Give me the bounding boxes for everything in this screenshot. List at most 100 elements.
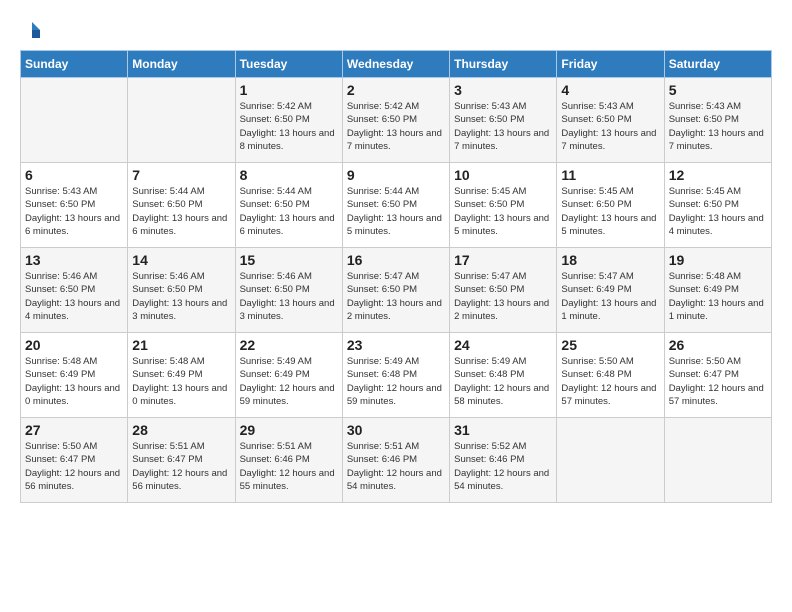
day-detail: Sunrise: 5:49 AM Sunset: 6:48 PM Dayligh…: [454, 355, 552, 408]
day-number: 16: [347, 252, 445, 268]
day-detail: Sunrise: 5:50 AM Sunset: 6:47 PM Dayligh…: [25, 440, 123, 493]
day-detail: Sunrise: 5:50 AM Sunset: 6:47 PM Dayligh…: [669, 355, 767, 408]
day-number: 14: [132, 252, 230, 268]
weekday-header-sunday: Sunday: [21, 51, 128, 78]
calendar-cell: [21, 78, 128, 163]
calendar-cell: 21 Sunrise: 5:48 AM Sunset: 6:49 PM Dayli…: [128, 333, 235, 418]
day-detail: Sunrise: 5:48 AM Sunset: 6:49 PM Dayligh…: [132, 355, 230, 408]
calendar-cell: 10Sunrise: 5:45 AM Sunset: 6:50 PM Dayli…: [450, 163, 557, 248]
day-number: 18: [561, 252, 659, 268]
calendar-cell: 29 Sunrise: 5:51 AM Sunset: 6:46 PM Dayli…: [235, 418, 342, 503]
calendar-cell: 27 Sunrise: 5:50 AM Sunset: 6:47 PM Dayli…: [21, 418, 128, 503]
weekday-header-saturday: Saturday: [664, 51, 771, 78]
day-detail: Sunrise: 5:46 AM Sunset: 6:50 PM Dayligh…: [240, 270, 338, 323]
day-number: 28: [132, 422, 230, 438]
calendar-week-1: 1 Sunrise: 5:42 AM Sunset: 6:50 PM Daylig…: [21, 78, 772, 163]
calendar-week-4: 20 Sunrise: 5:48 AM Sunset: 6:49 PM Dayli…: [21, 333, 772, 418]
calendar-cell: [557, 418, 664, 503]
day-detail: Sunrise: 5:48 AM Sunset: 6:49 PM Dayligh…: [25, 355, 123, 408]
page-header: [20, 20, 772, 40]
day-detail: Sunrise: 5:47 AM Sunset: 6:50 PM Dayligh…: [454, 270, 552, 323]
day-number: 15: [240, 252, 338, 268]
day-detail: Sunrise: 5:44 AM Sunset: 6:50 PM Dayligh…: [240, 185, 338, 238]
day-number: 1: [240, 82, 338, 98]
calendar-cell: 22 Sunrise: 5:49 AM Sunset: 6:49 PM Dayli…: [235, 333, 342, 418]
day-number: 21: [132, 337, 230, 353]
weekday-header-thursday: Thursday: [450, 51, 557, 78]
day-number: 22: [240, 337, 338, 353]
day-detail: Sunrise: 5:46 AM Sunset: 6:50 PM Dayligh…: [132, 270, 230, 323]
day-number: 8: [240, 167, 338, 183]
day-detail: Sunrise: 5:51 AM Sunset: 6:46 PM Dayligh…: [240, 440, 338, 493]
calendar-cell: [664, 418, 771, 503]
weekday-header-wednesday: Wednesday: [342, 51, 449, 78]
calendar-cell: 23 Sunrise: 5:49 AM Sunset: 6:48 PM Dayli…: [342, 333, 449, 418]
day-detail: Sunrise: 5:46 AM Sunset: 6:50 PM Dayligh…: [25, 270, 123, 323]
day-number: 31: [454, 422, 552, 438]
day-detail: Sunrise: 5:47 AM Sunset: 6:49 PM Dayligh…: [561, 270, 659, 323]
day-detail: Sunrise: 5:47 AM Sunset: 6:50 PM Dayligh…: [347, 270, 445, 323]
day-number: 13: [25, 252, 123, 268]
day-number: 27: [25, 422, 123, 438]
day-number: 7: [132, 167, 230, 183]
day-number: 25: [561, 337, 659, 353]
calendar-cell: 11 Sunrise: 5:45 AM Sunset: 6:50 PM Dayli…: [557, 163, 664, 248]
day-detail: Sunrise: 5:49 AM Sunset: 6:49 PM Dayligh…: [240, 355, 338, 408]
day-detail: Sunrise: 5:42 AM Sunset: 6:50 PM Dayligh…: [240, 100, 338, 153]
day-number: 20: [25, 337, 123, 353]
calendar-cell: 17 Sunrise: 5:47 AM Sunset: 6:50 PM Dayli…: [450, 248, 557, 333]
day-detail: Sunrise: 5:45 AM Sunset: 6:50 PM Dayligh…: [561, 185, 659, 238]
calendar-cell: 4Sunrise: 5:43 AM Sunset: 6:50 PM Daylig…: [557, 78, 664, 163]
day-detail: Sunrise: 5:51 AM Sunset: 6:47 PM Dayligh…: [132, 440, 230, 493]
day-detail: Sunrise: 5:43 AM Sunset: 6:50 PM Dayligh…: [669, 100, 767, 153]
calendar-week-5: 27 Sunrise: 5:50 AM Sunset: 6:47 PM Dayli…: [21, 418, 772, 503]
calendar-cell: 16 Sunrise: 5:47 AM Sunset: 6:50 PM Dayli…: [342, 248, 449, 333]
calendar-cell: [128, 78, 235, 163]
calendar-cell: 31 Sunrise: 5:52 AM Sunset: 6:46 PM Dayli…: [450, 418, 557, 503]
calendar-cell: 15 Sunrise: 5:46 AM Sunset: 6:50 PM Dayli…: [235, 248, 342, 333]
calendar-cell: 7 Sunrise: 5:44 AM Sunset: 6:50 PM Daylig…: [128, 163, 235, 248]
day-detail: Sunrise: 5:45 AM Sunset: 6:50 PM Dayligh…: [454, 185, 552, 238]
calendar-cell: 8 Sunrise: 5:44 AM Sunset: 6:50 PM Daylig…: [235, 163, 342, 248]
calendar-cell: 13 Sunrise: 5:46 AM Sunset: 6:50 PM Dayli…: [21, 248, 128, 333]
calendar-cell: 26Sunrise: 5:50 AM Sunset: 6:47 PM Dayli…: [664, 333, 771, 418]
calendar-cell: 25Sunrise: 5:50 AM Sunset: 6:48 PM Dayli…: [557, 333, 664, 418]
calendar-cell: 3 Sunrise: 5:43 AM Sunset: 6:50 PM Daylig…: [450, 78, 557, 163]
day-number: 12: [669, 167, 767, 183]
calendar-cell: 14 Sunrise: 5:46 AM Sunset: 6:50 PM Dayli…: [128, 248, 235, 333]
weekday-header-tuesday: Tuesday: [235, 51, 342, 78]
calendar-cell: 12 Sunrise: 5:45 AM Sunset: 6:50 PM Dayli…: [664, 163, 771, 248]
calendar-week-2: 6Sunrise: 5:43 AM Sunset: 6:50 PM Daylig…: [21, 163, 772, 248]
calendar-cell: 9Sunrise: 5:44 AM Sunset: 6:50 PM Daylig…: [342, 163, 449, 248]
day-number: 3: [454, 82, 552, 98]
day-number: 23: [347, 337, 445, 353]
calendar-cell: 28 Sunrise: 5:51 AM Sunset: 6:47 PM Dayli…: [128, 418, 235, 503]
day-number: 5: [669, 82, 767, 98]
day-detail: Sunrise: 5:43 AM Sunset: 6:50 PM Dayligh…: [25, 185, 123, 238]
day-number: 11: [561, 167, 659, 183]
day-detail: Sunrise: 5:51 AM Sunset: 6:46 PM Dayligh…: [347, 440, 445, 493]
calendar-cell: 18 Sunrise: 5:47 AM Sunset: 6:49 PM Dayli…: [557, 248, 664, 333]
calendar-cell: 2Sunrise: 5:42 AM Sunset: 6:50 PM Daylig…: [342, 78, 449, 163]
day-detail: Sunrise: 5:43 AM Sunset: 6:50 PM Dayligh…: [454, 100, 552, 153]
day-number: 30: [347, 422, 445, 438]
calendar-header: SundayMondayTuesdayWednesdayThursdayFrid…: [21, 51, 772, 78]
calendar-cell: 5 Sunrise: 5:43 AM Sunset: 6:50 PM Daylig…: [664, 78, 771, 163]
calendar-body: 1 Sunrise: 5:42 AM Sunset: 6:50 PM Daylig…: [21, 78, 772, 503]
weekday-header-friday: Friday: [557, 51, 664, 78]
day-detail: Sunrise: 5:44 AM Sunset: 6:50 PM Dayligh…: [132, 185, 230, 238]
calendar-cell: 20 Sunrise: 5:48 AM Sunset: 6:49 PM Dayli…: [21, 333, 128, 418]
day-detail: Sunrise: 5:45 AM Sunset: 6:50 PM Dayligh…: [669, 185, 767, 238]
day-number: 17: [454, 252, 552, 268]
calendar-cell: 30 Sunrise: 5:51 AM Sunset: 6:46 PM Dayli…: [342, 418, 449, 503]
calendar-cell: 19Sunrise: 5:48 AM Sunset: 6:49 PM Dayli…: [664, 248, 771, 333]
calendar-cell: 1 Sunrise: 5:42 AM Sunset: 6:50 PM Daylig…: [235, 78, 342, 163]
day-detail: Sunrise: 5:43 AM Sunset: 6:50 PM Dayligh…: [561, 100, 659, 153]
calendar-week-3: 13 Sunrise: 5:46 AM Sunset: 6:50 PM Dayli…: [21, 248, 772, 333]
day-detail: Sunrise: 5:52 AM Sunset: 6:46 PM Dayligh…: [454, 440, 552, 493]
day-number: 29: [240, 422, 338, 438]
logo-icon: [22, 20, 42, 40]
logo: [20, 20, 42, 40]
day-detail: Sunrise: 5:48 AM Sunset: 6:49 PM Dayligh…: [669, 270, 767, 323]
day-detail: Sunrise: 5:49 AM Sunset: 6:48 PM Dayligh…: [347, 355, 445, 408]
